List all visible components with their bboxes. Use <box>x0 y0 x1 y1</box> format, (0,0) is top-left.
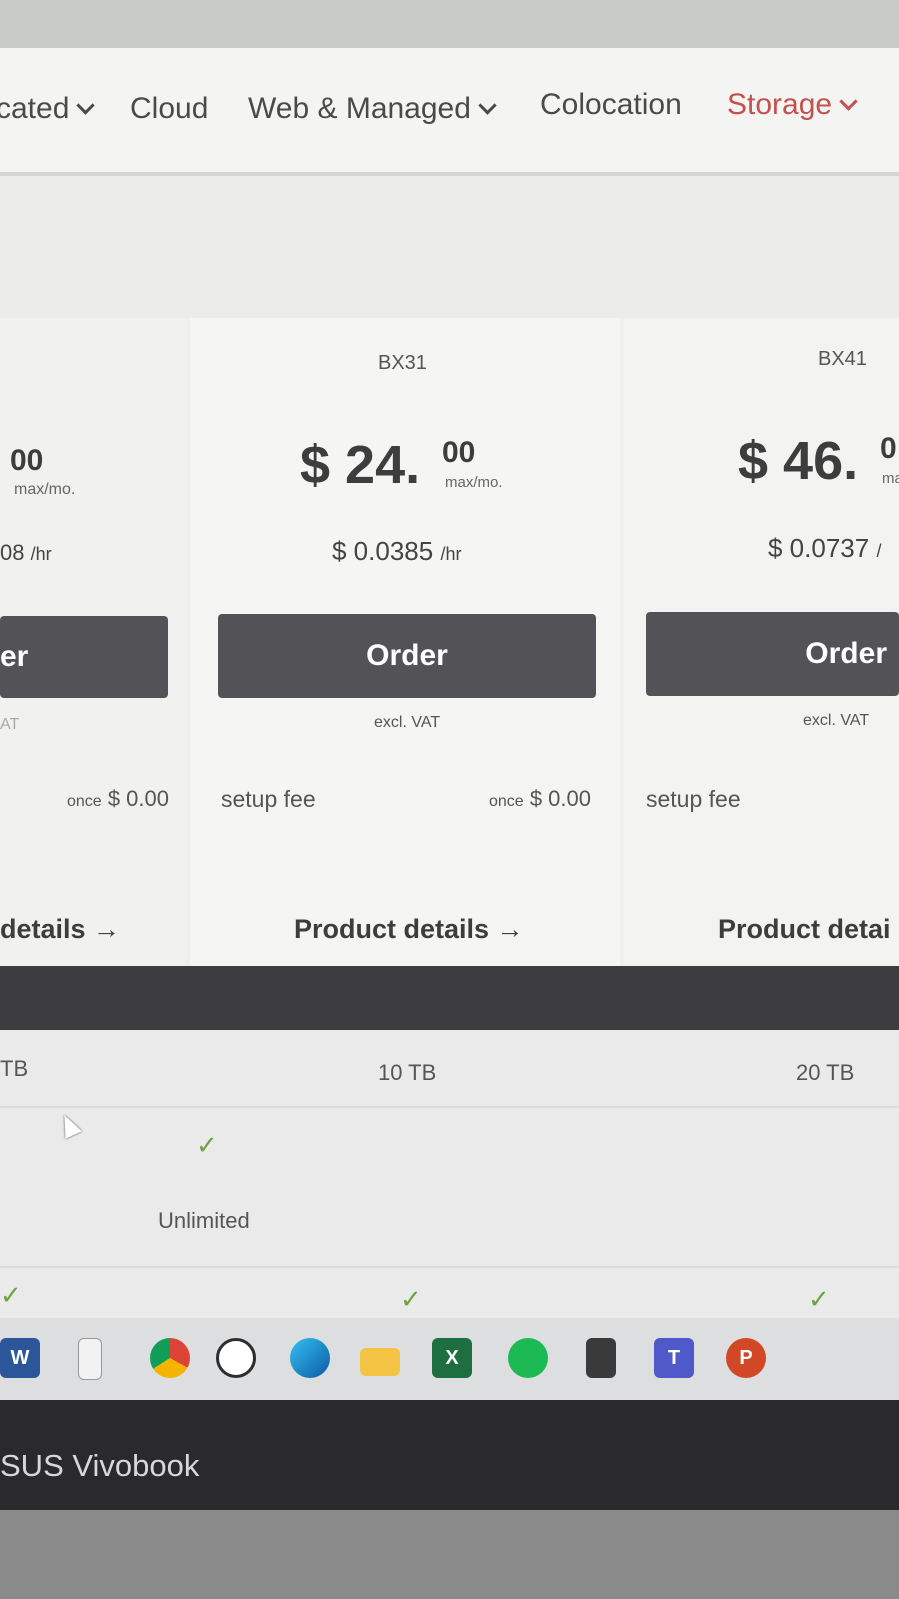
plan-hourly-price: $ 0.0737 / <box>768 533 881 564</box>
setup-fee-label: setup fee <box>646 786 741 812</box>
nav-colocation[interactable]: Colocation <box>540 88 682 122</box>
setup-fee-value: once $ 0.00 <box>489 786 591 812</box>
chevron-down-icon <box>839 92 858 111</box>
check-icon: ✓ <box>196 1130 218 1160</box>
product-details-link[interactable]: Product detai <box>718 914 891 945</box>
check-icon: ✓ <box>0 1280 22 1310</box>
excel-icon[interactable]: X <box>432 1338 472 1378</box>
vat-note: excl. VAT <box>374 714 441 731</box>
plan-name: BX41 <box>818 348 867 370</box>
plan-name: BX31 <box>378 352 427 374</box>
hourly-unit: /hr <box>440 544 462 564</box>
nav-dedicated[interactable]: cated <box>0 92 96 126</box>
setup-fee-value: once $ 0.00 <box>67 786 169 812</box>
teams-icon[interactable]: T <box>654 1338 694 1378</box>
setup-fee-label: setup fee <box>221 786 316 812</box>
check-icon: ✓ <box>400 1284 422 1314</box>
plan-price-cents: 00 <box>442 436 476 469</box>
vat-note: excl. VAT <box>803 712 870 729</box>
section-header-band <box>0 966 899 1030</box>
plan-price-unit: max/mo. <box>445 474 503 491</box>
setup-once-value: $ 0.00 <box>529 786 591 811</box>
hourly-value: $ 0.0737 <box>768 533 870 563</box>
nav-cloud-label: Cloud <box>130 92 209 125</box>
setup-once-prefix: once <box>67 793 102 810</box>
plan-price-cents: 00 <box>10 444 44 477</box>
powerpoint-icon[interactable]: P <box>726 1338 766 1378</box>
nav-web-managed-label: Web & Managed <box>248 92 471 125</box>
notepad-icon[interactable] <box>78 1338 102 1380</box>
nav-dedicated-label: cated <box>0 92 70 125</box>
setup-once-value: $ 0.00 <box>107 786 169 811</box>
plan-hourly-price: 08 /hr <box>0 540 52 566</box>
hourly-unit: /hr <box>30 544 52 564</box>
vat-note: AT <box>0 716 20 733</box>
plan-price-unit: max/mo. <box>14 481 76 498</box>
plan-price: $ 46. <box>738 431 859 491</box>
table-row-divider <box>0 1266 899 1268</box>
plan-price: $ 24. <box>300 435 421 495</box>
laptop-keyboard-area <box>0 1510 899 1599</box>
table-cell-storage: 20 TB <box>796 1060 855 1085</box>
nav-storage-label: Storage <box>727 88 833 121</box>
nav-storage[interactable]: Storage <box>727 88 858 122</box>
table-row-divider <box>0 1106 899 1108</box>
file-explorer-icon[interactable] <box>360 1348 400 1376</box>
monitor-top-edge <box>0 0 899 48</box>
table-cell-traffic: Unlimited <box>158 1208 250 1233</box>
calculator-icon[interactable] <box>586 1338 616 1378</box>
order-button[interactable]: Order <box>218 614 596 698</box>
chevron-down-icon <box>478 96 497 115</box>
setup-once-prefix: once <box>489 793 524 810</box>
chrome-icon[interactable] <box>150 1338 190 1378</box>
nav-web-managed[interactable]: Web & Managed <box>248 92 497 126</box>
chevron-down-icon <box>76 96 96 115</box>
top-navigation: cated Cloud Web & Managed Colocation Sto… <box>0 48 899 176</box>
product-details-link[interactable]: Product details → <box>294 914 524 945</box>
table-cell-storage: TB <box>0 1056 29 1081</box>
hourly-value: 08 <box>0 540 25 565</box>
table-cell-storage: 10 TB <box>378 1060 437 1085</box>
nav-cloud[interactable]: Cloud <box>130 92 208 126</box>
nav-colocation-label: Colocation <box>540 88 682 121</box>
order-button[interactable]: Order <box>646 612 899 696</box>
word-icon[interactable]: W <box>0 1338 40 1378</box>
spotify-icon[interactable] <box>508 1338 548 1378</box>
whatsapp-icon[interactable] <box>216 1338 256 1378</box>
plan-hourly-price: $ 0.0385 /hr <box>332 536 461 567</box>
product-details-link[interactable]: details → <box>0 914 120 945</box>
check-icon: ✓ <box>808 1284 830 1314</box>
page-spacer <box>0 176 899 318</box>
edge-icon[interactable] <box>290 1338 330 1378</box>
hourly-unit: / <box>876 541 882 561</box>
order-button[interactable]: er <box>0 616 168 698</box>
plan-price-unit: ma <box>882 470 899 487</box>
hourly-value: $ 0.0385 <box>332 536 434 566</box>
laptop-brand-label: SUS Vivobook <box>0 1448 200 1483</box>
spec-table <box>0 1030 899 1330</box>
plan-price-cents: 0 <box>880 432 897 465</box>
